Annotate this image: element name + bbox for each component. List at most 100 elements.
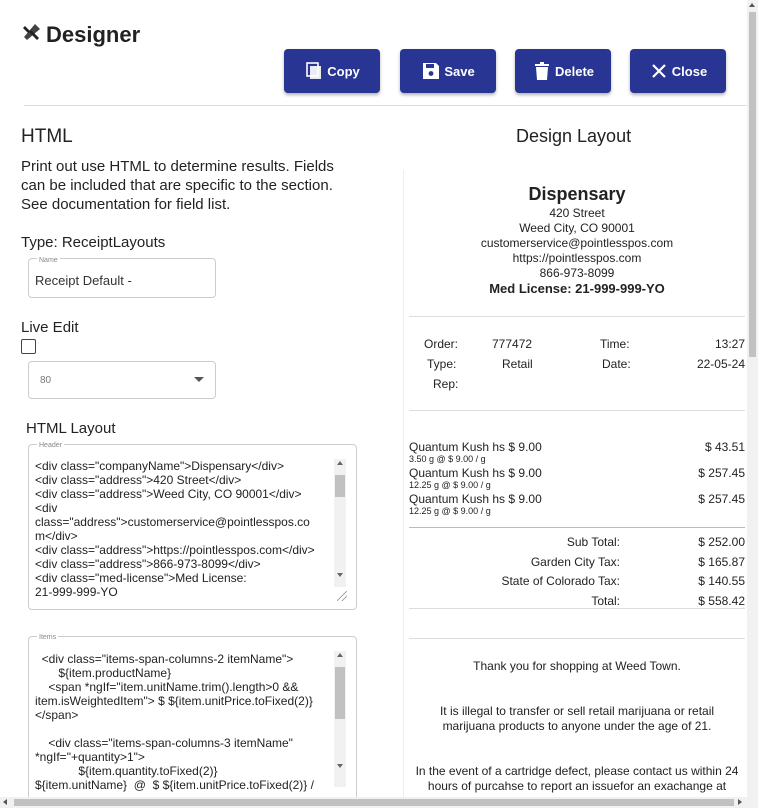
code-line: class="address">customerservice@pointles… [35, 515, 310, 529]
items-textarea[interactable]: Items <div class="items-span-columns-2 i… [28, 634, 357, 808]
code-line: 21-999-999-YO [35, 585, 118, 599]
code-line: ${item.productName} [35, 666, 172, 680]
scroll-up-icon[interactable] [749, 3, 755, 7]
header-code-text[interactable]: <div class="companyName">Dispensary</div… [35, 459, 337, 599]
type-value: Retail [502, 357, 533, 371]
code-line: <div class="items-span-columns-2 itemNam… [35, 652, 294, 666]
address-line: https://pointlesspos.com [512, 251, 642, 265]
code-line: <span *ngIf="item.unitName.trim().length… [35, 680, 299, 694]
code-line: *ngIf="+quantity>1"> [35, 750, 145, 764]
tools-icon [22, 22, 42, 48]
trash-icon [534, 62, 549, 80]
total-value: $ 165.87 [698, 554, 745, 569]
name-field-value: Receipt Default - [35, 273, 132, 288]
total-label: Garden City Tax: [530, 554, 620, 569]
code-line: <div class="items-span-columns-3 itemNam… [35, 736, 293, 750]
code-line: item.isWeightedItem"> $ ${item.unitPrice… [35, 694, 313, 708]
copy-button[interactable]: Copy [284, 49, 380, 93]
items-scroll-thumb[interactable] [335, 667, 345, 719]
receipt-legal: It is illegal to transfer or sell retail… [439, 704, 715, 733]
items-scrollbar[interactable] [334, 651, 346, 787]
code-line: <div class="address">866-973-8099</div> [35, 557, 261, 571]
page-scroll-thumb[interactable] [749, 12, 756, 357]
close-button[interactable]: Close [630, 49, 726, 93]
receipt-address: 420 Street Weed City, CO 90001 customerser… [409, 206, 745, 281]
copy-icon [306, 62, 322, 79]
scroll-down-icon[interactable] [337, 573, 343, 577]
name-field-label: Name [37, 257, 60, 264]
delete-button[interactable]: Delete [515, 49, 611, 93]
code-line: m</div> [35, 529, 78, 543]
receipt-separator [409, 527, 745, 528]
receipt-total-row: State of Colorado Tax: $ 140.55 [409, 574, 745, 594]
preview-divider [403, 170, 404, 800]
html-layout-title: HTML Layout [26, 420, 116, 437]
receipt-item-price: $ 43.51 [704, 440, 745, 454]
code-line: ${item.unitName} @ $ ${item.unitPrice.to… [35, 778, 314, 792]
order-label: Order: [424, 337, 459, 351]
receipt-separator [409, 608, 745, 609]
scroll-right-icon[interactable] [738, 799, 742, 805]
save-button[interactable]: Save [400, 49, 496, 93]
type-label: Type: [427, 357, 457, 371]
items-textarea-label: Items [37, 634, 59, 641]
receipt-defect: In the event of a cartridge defect, plea… [415, 764, 739, 793]
total-value: $ 252.00 [698, 535, 745, 549]
chevron-down-icon [194, 377, 204, 382]
close-button-label: Close [671, 63, 708, 79]
design-layout-title: Design Layout [516, 126, 632, 146]
receipt-item-name: Quantum Kush hs $ 9.00 [409, 440, 542, 454]
page-vertical-scrollbar[interactable] [747, 0, 758, 797]
receipt-license: Med License: 21-999-999-YO [489, 281, 665, 296]
code-line: <div class="address">Weed City, CO 90001… [35, 487, 302, 501]
code-line: </span> [35, 708, 79, 722]
size-select[interactable]: 80 [28, 361, 216, 399]
page-title: Designer [22, 22, 140, 48]
name-field[interactable]: Name Receipt Default - [28, 257, 216, 298]
rep-label: Rep: [433, 377, 459, 391]
receipt-item-detail: 12.25 g @ $ 9.00 / g [409, 480, 491, 490]
live-edit-label: Live Edit [21, 319, 79, 336]
address-line: 866-973-8099 [539, 266, 615, 280]
code-line: <div class="med-license">Med License: [35, 571, 247, 585]
receipt-item-row: Quantum Kush hs $ 9.00 3.50 g @ $ 9.00 / … [409, 440, 745, 466]
receipt-separator [409, 410, 745, 411]
receipt-item-price: $ 257.45 [698, 492, 745, 506]
code-line: <div class="address">https://pointlesspo… [35, 543, 315, 557]
resize-handle-icon[interactable] [337, 591, 347, 601]
receipt-thanks: Thank you for shopping at Weed Town. [473, 659, 681, 673]
type-label: Type: ReceiptLayouts [21, 234, 166, 251]
receipt-total-row: Garden City Tax: $ 165.87 [409, 555, 745, 575]
time-label: Time: [600, 337, 630, 351]
receipt-item-row: Quantum Kush hs $ 9.00 12.25 g @ $ 9.00 /… [409, 466, 745, 492]
page-title-text: Designer [46, 22, 141, 47]
code-line: <div [35, 501, 58, 515]
receipt-item-detail: 12.25 g @ $ 9.00 / g [409, 506, 491, 516]
receipt-total-row: Sub Total: $ 252.00 [409, 535, 745, 555]
receipt-item-name: Quantum Kush hs $ 9.00 [409, 492, 542, 506]
receipt-separator [409, 638, 745, 639]
items-code-text[interactable]: <div class="items-span-columns-2 itemNam… [35, 652, 337, 802]
code-line: <div class="companyName">Dispensary</div… [35, 459, 284, 473]
receipt-total-row: Total: $ 558.42 [409, 594, 745, 614]
code-line: <div class="address">420 Street</div> [35, 473, 242, 487]
page-h-scroll-thumb[interactable] [14, 799, 734, 806]
scroll-down-icon[interactable] [337, 764, 343, 768]
total-label: Sub Total: [566, 535, 620, 549]
total-label: State of Colorado Tax: [501, 574, 620, 588]
save-button-label: Save [444, 63, 475, 79]
receipt-item-price: $ 257.45 [698, 466, 745, 480]
header-scrollbar[interactable] [334, 459, 346, 587]
receipt-item-detail: 3.50 g @ $ 9.00 / g [409, 454, 486, 464]
scroll-left-icon[interactable] [3, 799, 7, 805]
receipt-company: Dispensary [528, 184, 626, 204]
live-edit-checkbox[interactable] [21, 339, 36, 354]
description-text: Print out use HTML to determine results.… [21, 158, 334, 213]
header-textarea-label: Header [37, 442, 64, 449]
header-textarea[interactable]: Header <div class="companyName">Dispensa… [28, 442, 357, 610]
header-scroll-thumb[interactable] [335, 475, 345, 497]
scroll-up-icon[interactable] [337, 461, 343, 465]
scroll-up-icon[interactable] [337, 653, 343, 657]
page-horizontal-scrollbar[interactable] [0, 797, 758, 808]
delete-button-label: Delete [554, 63, 595, 79]
